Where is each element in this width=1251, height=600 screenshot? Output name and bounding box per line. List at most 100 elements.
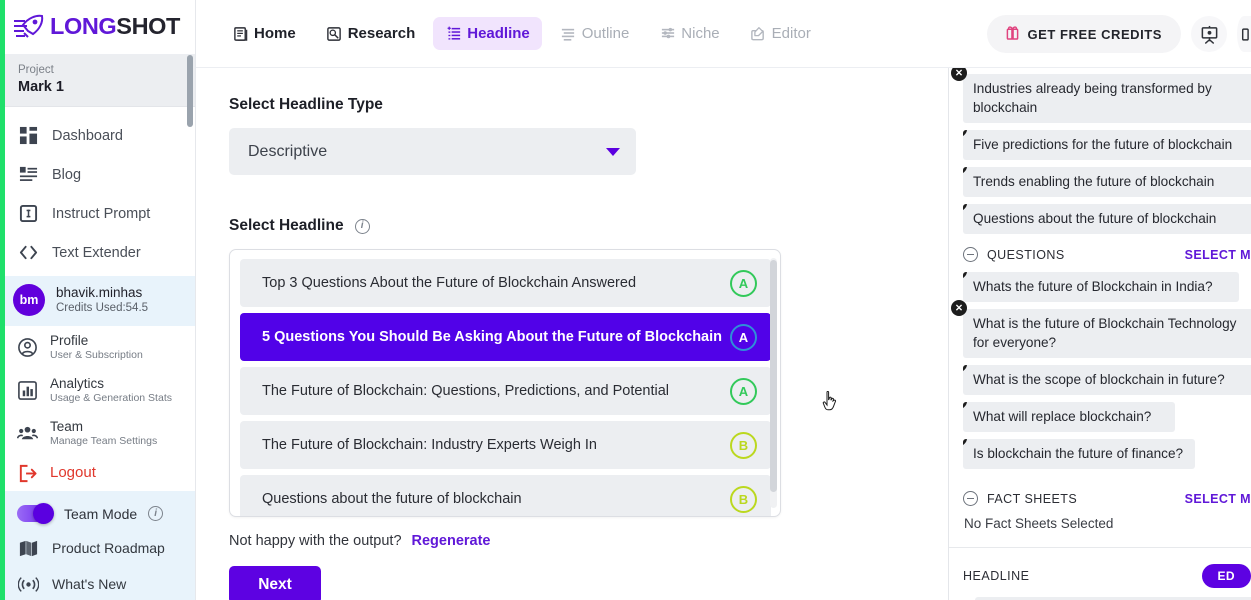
close-x-icon[interactable]: ✕ [951, 68, 967, 81]
editor-icon [750, 25, 767, 42]
sidebar-item-blog-label: Blog [52, 167, 81, 183]
get-free-credits-label: GET FREE CREDITS [1028, 27, 1162, 42]
logout-arrow-icon [16, 462, 38, 484]
headline-icon [445, 25, 462, 42]
headline-option[interactable]: Questions about the future of blockchain… [240, 475, 771, 517]
fact-sheets-select-more-link[interactable]: SELECT M [1185, 492, 1251, 506]
status-badge: B [730, 432, 757, 459]
questions-select-more-link[interactable]: SELECT M [1185, 248, 1251, 262]
list-item[interactable]: ✕ Whats the future of Blockchain in Indi… [963, 272, 1239, 302]
sidebar-item-dashboard-label: Dashboard [52, 128, 123, 144]
status-badge: A [730, 270, 757, 297]
list-item-text: Five predictions for the future of block… [973, 137, 1232, 152]
menu-item-logout-label: Logout [50, 465, 96, 481]
blog-lines-icon [18, 164, 39, 185]
tab-outline-label: Outline [582, 25, 630, 42]
collapse-minus-icon[interactable] [963, 247, 978, 262]
status-badge: A [730, 324, 757, 351]
list-item[interactable]: ✕ What is the future of Blockchain Techn… [963, 309, 1251, 358]
headline-option[interactable]: Top 3 Questions About the Future of Bloc… [240, 259, 771, 307]
headline-option-text: Top 3 Questions About the Future of Bloc… [262, 275, 636, 291]
sidebar: LONGSHOT Project Mark 1 Dashboard Blog [0, 0, 196, 600]
sidebar-item-product-roadmap[interactable]: Product Roadmap [0, 530, 195, 566]
list-item[interactable]: ✕ Questions about the future of blockcha… [963, 204, 1251, 234]
close-x-icon[interactable]: ✕ [963, 272, 967, 279]
tab-niche[interactable]: Niche [647, 17, 731, 50]
code-brackets-icon [18, 242, 39, 263]
headline-section-header: HEADLINE ED [963, 564, 1251, 588]
get-free-credits-button[interactable]: GET FREE CREDITS [987, 15, 1181, 53]
close-x-icon[interactable]: ✕ [963, 402, 967, 409]
project-name: Mark 1 [18, 78, 195, 97]
list-item[interactable]: ✕ What will replace blockchain? [963, 402, 1175, 432]
team-mode-row[interactable]: Team Mode i [0, 497, 195, 530]
headline-option-text: The Future of Blockchain: Industry Exper… [262, 437, 597, 453]
collapse-minus-icon[interactable] [963, 491, 978, 506]
user-summary[interactable]: bm bhavik.minhas Credits Used:54.5 [0, 276, 195, 326]
brand-text: LONGSHOT [50, 15, 180, 39]
info-circle-icon[interactable]: i [355, 219, 370, 234]
home-book-icon [232, 25, 249, 42]
sidebar-scrollbar[interactable] [187, 55, 193, 127]
list-item[interactable]: ✕ What is the scope of blockchain in fut… [963, 365, 1251, 395]
headline-option[interactable]: The Future of Blockchain: Questions, Pre… [240, 367, 771, 415]
sidebar-item-instruct-prompt[interactable]: Instruct Prompt [0, 194, 195, 233]
presentation-board-icon[interactable] [1191, 16, 1227, 52]
sidebar-item-text-extender[interactable]: Text Extender [0, 233, 195, 272]
context-panel: ✕ Industries already being transformed b… [948, 68, 1251, 600]
close-x-icon[interactable]: ✕ [963, 167, 967, 174]
partial-edge-icon[interactable] [1237, 16, 1251, 52]
tab-outline[interactable]: Outline [548, 17, 642, 50]
close-x-icon[interactable]: ✕ [951, 300, 967, 316]
close-x-icon[interactable]: ✕ [963, 439, 967, 446]
outline-icon [560, 25, 577, 42]
menu-item-analytics[interactable]: Analytics Usage & Generation Stats [0, 369, 195, 412]
next-button[interactable]: Next [229, 566, 321, 600]
close-x-icon[interactable]: ✕ [963, 365, 967, 372]
tab-editor[interactable]: Editor [738, 17, 823, 50]
tab-home[interactable]: Home [220, 17, 308, 50]
sidebar-item-dashboard[interactable]: Dashboard [0, 116, 195, 155]
list-item-text: Whats the future of Blockchain in India? [973, 279, 1213, 294]
headline-option[interactable]: The Future of Blockchain: Industry Exper… [240, 421, 771, 469]
close-x-icon[interactable]: ✕ [963, 130, 967, 137]
edit-headline-button[interactable]: ED [1202, 564, 1251, 588]
headline-list-scrollbar-thumb[interactable] [770, 260, 777, 492]
headline-option-text: 5 Questions You Should Be Asking About t… [262, 329, 722, 345]
list-item-text: Industries already being transformed by … [973, 81, 1212, 115]
menu-item-analytics-sub: Usage & Generation Stats [50, 392, 172, 405]
sidebar-item-whats-new-label: What's New [52, 576, 126, 592]
fact-sheets-empty-text: No Fact Sheets Selected [964, 516, 1251, 531]
list-item[interactable]: ✕ Is blockchain the future of finance? [963, 439, 1195, 469]
sidebar-item-blog[interactable]: Blog [0, 155, 195, 194]
list-item[interactable]: ✕ Five predictions for the future of blo… [963, 130, 1251, 160]
info-circle-icon[interactable]: i [148, 506, 163, 521]
list-item[interactable]: ✕ Industries already being transformed b… [963, 74, 1251, 123]
regenerate-link[interactable]: Regenerate [412, 533, 491, 549]
fact-sheets-section-header: FACT SHEETS SELECT M [963, 491, 1251, 506]
tab-headline[interactable]: Headline [433, 17, 542, 50]
instruct-i-icon [18, 203, 39, 224]
menu-item-profile[interactable]: Profile User & Subscription [0, 326, 195, 369]
tab-editor-label: Editor [772, 25, 811, 42]
chevron-down-icon [606, 148, 620, 156]
tab-research[interactable]: Research [314, 17, 428, 50]
headline-option-selected[interactable]: 5 Questions You Should Be Asking About t… [240, 313, 771, 361]
headline-type-select[interactable]: Descriptive [229, 128, 636, 175]
close-x-icon[interactable]: ✕ [963, 204, 967, 211]
sidebar-nav: Dashboard Blog Instruct Prompt Text Exte… [0, 107, 195, 272]
questions-section-header: QUESTIONS SELECT M [963, 247, 1251, 262]
sidebar-item-whats-new[interactable]: What's New [0, 566, 195, 600]
project-card[interactable]: Project Mark 1 [0, 55, 195, 107]
team-mode-label: Team Mode [64, 506, 137, 522]
status-badge: B [730, 486, 757, 513]
brand-logo[interactable]: LONGSHOT [0, 0, 195, 55]
toggle-knob [33, 503, 54, 524]
menu-item-logout[interactable]: Logout [0, 455, 195, 491]
list-item[interactable]: ✕ Trends enabling the future of blockcha… [963, 167, 1251, 197]
menu-item-team[interactable]: Team Manage Team Settings [0, 412, 195, 455]
menu-item-analytics-title: Analytics [50, 376, 172, 392]
user-name: bhavik.minhas [56, 285, 148, 301]
team-mode-toggle[interactable] [17, 505, 53, 522]
questions-section-title: QUESTIONS [987, 248, 1065, 262]
